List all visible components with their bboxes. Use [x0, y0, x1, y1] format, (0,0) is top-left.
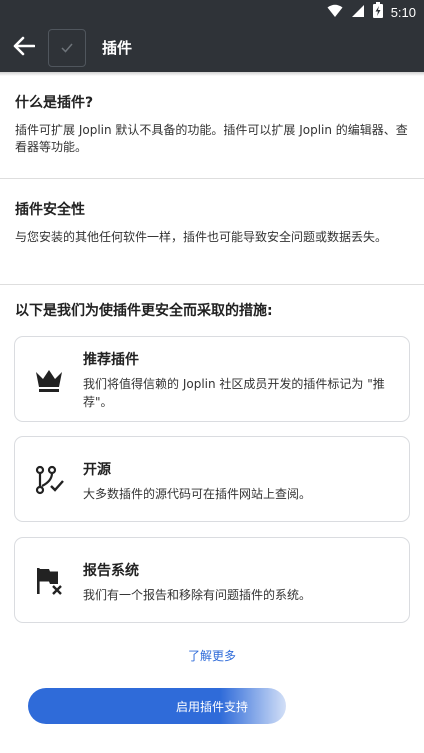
card-description: 大多数插件的源代码可在插件网站上查阅。: [83, 487, 312, 501]
measures-title: 以下是我们为使插件更安全而采取的措施:: [15, 303, 273, 319]
page-title: 插件: [102, 39, 133, 57]
card-title: 报告系统: [83, 563, 139, 579]
recommended-plugins-card: 推荐插件 我们将值得信赖的 Joplin 社区成员开发的插件标记为 "推荐"。: [14, 336, 410, 422]
plugin-security-section: 插件安全性 与您安装的其他任何软件一样，插件也可能导致安全问题或数据丢失。: [15, 199, 409, 246]
section-title: 什么是插件?: [15, 95, 94, 111]
enable-plugin-support-button[interactable]: 启用插件支持: [28, 688, 286, 724]
divider: [0, 178, 424, 179]
section-text: 与您安装的其他任何软件一样，插件也可能导致安全问题或数据丢失。: [15, 230, 388, 244]
button-label: 启用插件支持: [175, 699, 248, 714]
status-icons: 5:10: [327, 2, 416, 22]
flag-remove-icon: [33, 565, 65, 597]
crown-icon: [33, 364, 65, 396]
select-all-checkbox[interactable]: [48, 29, 86, 67]
report-system-card: 报告系统 我们有一个报告和移除有问题插件的系统。: [14, 537, 410, 623]
check-icon: [60, 39, 74, 58]
what-are-plugins-section: 什么是插件? 插件可扩展 Joplin 默认不具备的功能。插件可以扩展 Jopl…: [15, 92, 409, 156]
status-bar: 5:10: [0, 0, 424, 24]
card-title: 开源: [83, 462, 111, 478]
app-bar-shadow: [0, 72, 424, 76]
section-text: 插件可扩展 Joplin 默认不具备的功能。插件可以扩展 Joplin 的编辑器…: [15, 123, 408, 154]
divider: [0, 284, 424, 285]
back-button[interactable]: [8, 32, 40, 64]
learn-more-link[interactable]: 了解更多: [0, 647, 424, 664]
open-source-card: 开源 大多数插件的源代码可在插件网站上查阅。: [14, 436, 410, 522]
battery-charging-icon: [372, 2, 383, 22]
section-title: 插件安全性: [15, 202, 85, 218]
status-time: 5:10: [390, 4, 416, 20]
signal-icon: [351, 3, 365, 22]
card-title: 推荐插件: [83, 352, 139, 368]
arrow-left-icon: [13, 36, 36, 60]
card-description: 我们有一个报告和移除有问题插件的系统。: [83, 588, 312, 602]
card-description: 我们将值得信赖的 Joplin 社区成员开发的插件标记为 "推荐"。: [83, 377, 385, 409]
app-bar: 插件: [0, 24, 424, 72]
source-branch-check-icon: [33, 464, 65, 496]
wifi-icon: [327, 3, 343, 22]
